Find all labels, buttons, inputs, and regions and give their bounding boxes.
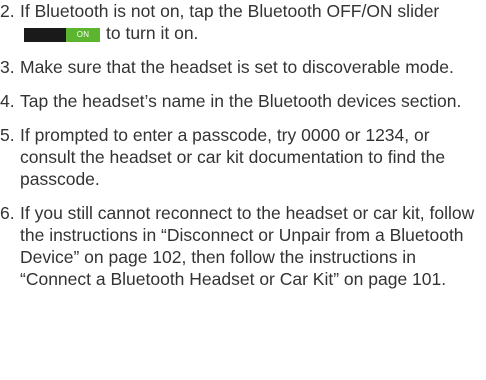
step-2: 2. If Bluetooth is not on, tap the Bluet…	[0, 0, 486, 44]
instruction-steps: 2. If Bluetooth is not on, tap the Bluet…	[0, 0, 486, 290]
step-text: Tap the headset’s name in the Bluetooth …	[20, 91, 462, 111]
step-3: 3. Make sure that the headset is set to …	[0, 56, 486, 78]
step-4: 4. Tap the headset’s name in the Bluetoo…	[0, 90, 486, 112]
step-5: 5. If prompted to enter a passcode, try …	[0, 124, 486, 190]
step-number: 3.	[0, 57, 15, 77]
step-text: Make sure that the headset is set to dis…	[20, 57, 454, 77]
toggle-on-label: ON	[66, 28, 100, 42]
step-text-before-toggle: If Bluetooth is not on, tap the Bluetoot…	[20, 1, 440, 21]
step-text: If prompted to enter a passcode, try 000…	[20, 125, 446, 189]
step-number: 6.	[0, 203, 15, 223]
step-text: If you still cannot reconnect to the hea…	[20, 203, 475, 289]
step-text-after-toggle: to turn it on.	[106, 23, 199, 43]
step-6: 6. If you still cannot reconnect to the …	[0, 202, 486, 290]
step-number: 5.	[0, 125, 15, 145]
step-number: 2.	[0, 1, 15, 21]
bluetooth-toggle-icon: ON	[24, 28, 100, 42]
step-number: 4.	[0, 91, 15, 111]
